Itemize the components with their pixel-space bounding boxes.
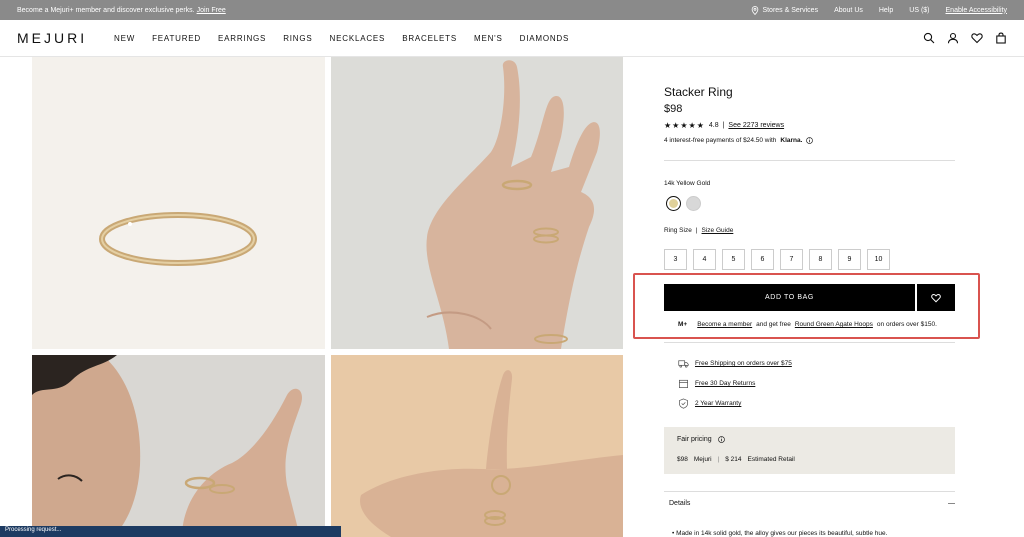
retail-label: Estimated Retail [747, 456, 795, 463]
nav-item-rings[interactable]: RINGS [283, 34, 312, 43]
metal-label: 14k Yellow Gold [664, 180, 711, 187]
divider [664, 160, 955, 161]
shipping-link[interactable]: Free Shipping on orders over $75 [695, 360, 792, 367]
perk-warranty: 2 Year Warranty [678, 398, 741, 409]
heart-icon [931, 293, 941, 302]
klarna-logo: Klarna. [780, 137, 803, 144]
product-image-hand-model[interactable] [331, 57, 623, 349]
info-icon[interactable] [806, 137, 814, 144]
size-option[interactable]: 6 [751, 249, 774, 270]
box-icon [679, 379, 688, 388]
main-nav: MEJURI NEW FEATURED EARRINGS RINGS NECKL… [0, 20, 1024, 57]
ring-size-label: Ring Size [664, 227, 692, 234]
swatch-silver[interactable] [686, 196, 701, 211]
about-link[interactable]: About Us [834, 7, 863, 14]
nav-item-featured[interactable]: FEATURED [152, 34, 201, 43]
product-price: $98 [664, 103, 683, 115]
fair-pricing-row: $98 Mejuri | $ 214 Estimated Retail [677, 456, 942, 463]
collapse-icon[interactable]: — [948, 500, 955, 507]
size-option[interactable]: 8 [809, 249, 832, 270]
klarna-row: 4 interest-free payments of $24.50 with … [664, 137, 814, 144]
wishlist-heart-icon[interactable] [971, 32, 983, 44]
details-bullet: • Made in 14k solid gold, the alloy give… [672, 530, 888, 537]
size-selector: 3 4 5 6 7 8 9 10 [664, 249, 890, 270]
perk-returns: Free 30 Day Returns [678, 378, 755, 389]
fair-divider: | [717, 456, 720, 463]
reviews-link[interactable]: See 2273 reviews [728, 122, 784, 129]
size-option[interactable]: 5 [722, 249, 745, 270]
utility-links: Stores & Services About Us Help US ($) E… [751, 5, 1007, 15]
size-option[interactable]: 7 [780, 249, 803, 270]
fair-pricing-title: Fair pricing [677, 436, 712, 443]
product-title: Stacker Ring [664, 85, 733, 99]
account-icon[interactable] [947, 32, 959, 44]
size-option[interactable]: 4 [693, 249, 716, 270]
status-bar: Processing request... [0, 526, 341, 537]
truck-icon [678, 360, 689, 368]
rating-divider: | [722, 122, 725, 129]
nav-item-bracelets[interactable]: BRACELETS [402, 34, 457, 43]
product-image-hand-stack[interactable] [331, 355, 623, 537]
add-to-bag-button[interactable]: ADD TO BAG [664, 284, 915, 311]
size-option[interactable]: 3 [664, 249, 687, 270]
details-accordion[interactable]: Details — [664, 500, 955, 507]
member-middle: and get free [756, 321, 791, 328]
perk-shipping: Free Shipping on orders over $75 [678, 358, 792, 369]
nav-item-earrings[interactable]: EARRINGS [218, 34, 266, 43]
star-rating-icon: ★★★★★ [664, 121, 705, 130]
stores-link[interactable]: Stores & Services [751, 5, 819, 15]
promo-message: Become a Mejuri+ member and discover exc… [17, 7, 751, 14]
accessibility-link[interactable]: Enable Accessibility [946, 7, 1007, 14]
help-link[interactable]: Help [879, 7, 893, 14]
region-selector[interactable]: US ($) [909, 7, 929, 14]
klarna-text: 4 interest-free payments of $24.50 with [664, 137, 777, 144]
brand-label: Mejuri [693, 456, 712, 463]
product-image-model-face[interactable] [32, 355, 325, 537]
rating-value: 4.8 [708, 122, 719, 129]
nav-item-diamonds[interactable]: DIAMONDS [520, 34, 570, 43]
size-option[interactable]: 10 [867, 249, 890, 270]
wishlist-button[interactable] [917, 284, 955, 311]
fair-pricing-box: Fair pricing $98 Mejuri | $ 214 Estimate… [664, 427, 955, 474]
member-promo: M+ Become a member and get free Round Gr… [678, 321, 937, 328]
nav-item-necklaces[interactable]: NECKLACES [330, 34, 386, 43]
divider [664, 491, 955, 492]
divider [664, 342, 955, 343]
join-free-link[interactable]: Join Free [197, 7, 226, 14]
promo-text: Become a Mejuri+ member and discover exc… [17, 6, 195, 14]
shopping-bag-icon[interactable] [995, 32, 1007, 44]
mejuri-plus-icon: M+ [678, 321, 688, 328]
our-price: $98 [677, 456, 688, 463]
swatch-yellow-gold[interactable] [666, 196, 681, 211]
nav-item-mens[interactable]: MEN'S [474, 34, 503, 43]
free-gift-link[interactable]: Round Green Agate Hoops [795, 321, 873, 328]
nav-item-new[interactable]: NEW [114, 34, 135, 43]
logo[interactable]: MEJURI [17, 30, 114, 46]
stores-label: Stores & Services [762, 6, 819, 14]
promo-bar: Become a Mejuri+ member and discover exc… [0, 0, 1024, 20]
rating-row: ★★★★★ 4.8 | See 2273 reviews [664, 121, 784, 130]
warranty-link[interactable]: 2 Year Warranty [695, 400, 741, 407]
shield-icon [679, 398, 688, 409]
location-pin-icon [752, 5, 759, 15]
ring-size-divider: | [695, 227, 698, 234]
retail-price: $ 214 [725, 456, 742, 463]
member-suffix: on orders over $150. [876, 321, 937, 328]
fair-pricing-header: Fair pricing [677, 436, 942, 443]
size-option[interactable]: 9 [838, 249, 861, 270]
search-icon[interactable] [923, 32, 935, 44]
size-guide-link[interactable]: Size Guide [702, 227, 734, 234]
nav-icons [923, 32, 1007, 44]
details-title: Details [669, 500, 691, 507]
info-icon[interactable] [717, 436, 725, 443]
become-member-link[interactable]: Become a member [697, 321, 752, 328]
nav-menu: NEW FEATURED EARRINGS RINGS NECKLACES BR… [114, 34, 923, 43]
returns-link[interactable]: Free 30 Day Returns [695, 380, 755, 387]
product-image-ring[interactable] [32, 57, 325, 349]
ring-size-row: Ring Size | Size Guide [664, 227, 733, 234]
